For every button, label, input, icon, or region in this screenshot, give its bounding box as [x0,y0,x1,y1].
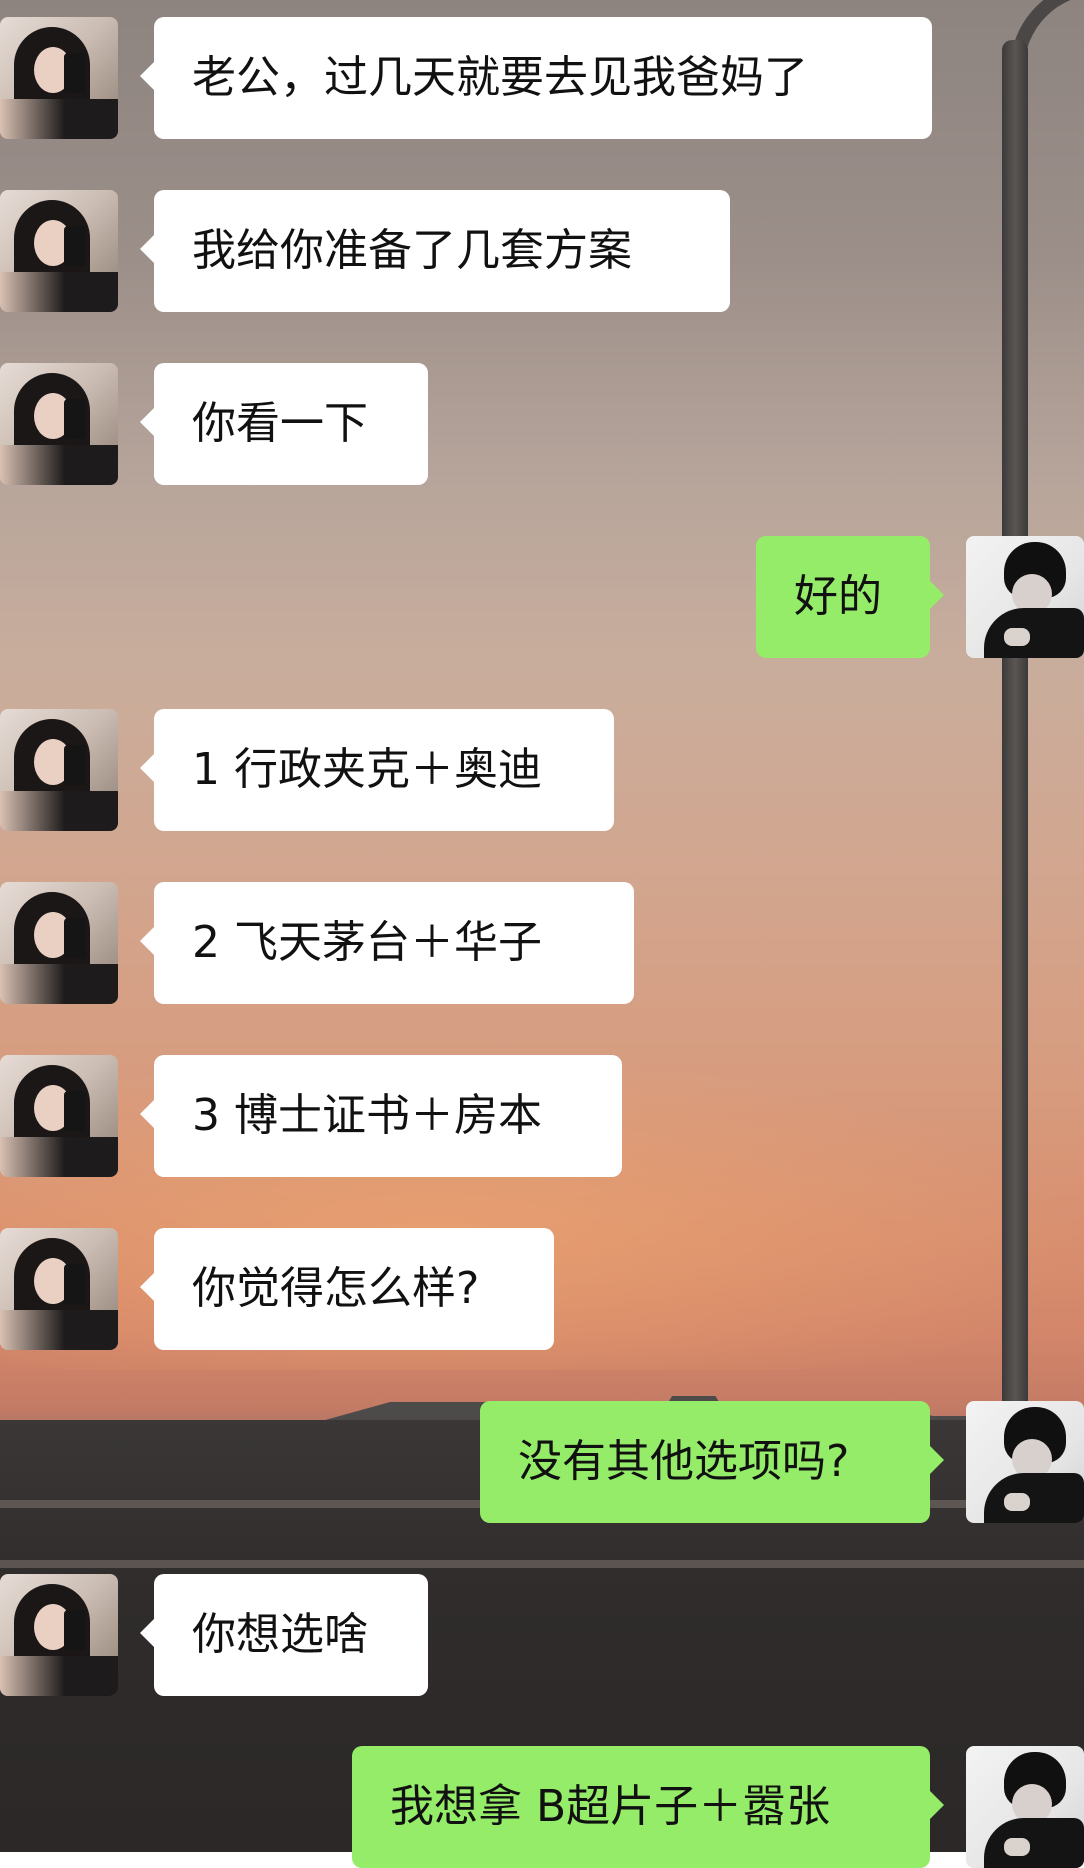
message-bubble[interactable]: 3 博士证书＋房本 [140,1055,622,1177]
avatar[interactable] [0,1055,118,1177]
avatar-shoulder [0,1656,118,1696]
message-bubble[interactable]: 没有其他选项吗? [480,1401,944,1523]
message-row: 3 博士证书＋房本 [0,1055,1084,1177]
avatar[interactable] [0,1228,118,1350]
message-bubble[interactable]: 1 行政夹克＋奥迪 [140,709,614,831]
avatar[interactable] [0,363,118,485]
avatar-shoulder [0,791,118,831]
message-row: 你觉得怎么样? [0,1228,1084,1350]
avatar-hand [1004,628,1030,646]
avatar-shoulder [0,99,118,139]
avatar[interactable] [966,1746,1084,1868]
avatar[interactable] [966,1401,1084,1523]
avatar-shoulder [0,1137,118,1177]
message-row: 我想拿 B超片子＋嚣张 [0,1746,1084,1868]
message-row: 你想选啥 [0,1574,1084,1696]
phone-icon [64,53,86,93]
avatar[interactable] [966,536,1084,658]
message-bubble[interactable]: 你想选啥 [140,1574,428,1696]
avatar-hand [1004,1493,1030,1511]
message-bubble[interactable]: 我想拿 B超片子＋嚣张 [352,1746,944,1868]
message-bubble[interactable]: 好的 [756,536,944,658]
phone-icon [64,745,86,785]
avatar[interactable] [0,882,118,1004]
phone-icon [64,1264,86,1304]
message-row: 你看一下 [0,363,1084,485]
avatar-shoulder [0,445,118,485]
avatar-shoulder [0,1310,118,1350]
avatar[interactable] [0,1574,118,1696]
message-row: 好的 [0,536,1084,658]
message-row: 2 飞天茅台＋华子 [0,882,1084,1004]
guard-rail [0,1560,1084,1568]
phone-icon [64,918,86,958]
phone-icon [64,1091,86,1131]
avatar[interactable] [0,17,118,139]
message-bubble[interactable]: 你看一下 [140,363,428,485]
message-row: 老公，过几天就要去见我爸妈了 [0,17,1084,139]
message-row: 我给你准备了几套方案 [0,190,1084,312]
avatar-hand [1004,1838,1030,1856]
message-bubble[interactable]: 你觉得怎么样? [140,1228,554,1350]
message-row: 1 行政夹克＋奥迪 [0,709,1084,831]
phone-icon [64,1610,86,1650]
phone-icon [64,226,86,266]
message-row: 没有其他选项吗? [0,1401,1084,1523]
avatar-body [984,1818,1084,1868]
message-bubble[interactable]: 老公，过几天就要去见我爸妈了 [140,17,932,139]
avatar[interactable] [0,709,118,831]
avatar-shoulder [0,964,118,1004]
message-bubble[interactable]: 我给你准备了几套方案 [140,190,730,312]
avatar[interactable] [0,190,118,312]
avatar-body [984,608,1084,658]
avatar-shoulder [0,272,118,312]
phone-icon [64,399,86,439]
message-bubble[interactable]: 2 飞天茅台＋华子 [140,882,634,1004]
avatar-body [984,1473,1084,1523]
